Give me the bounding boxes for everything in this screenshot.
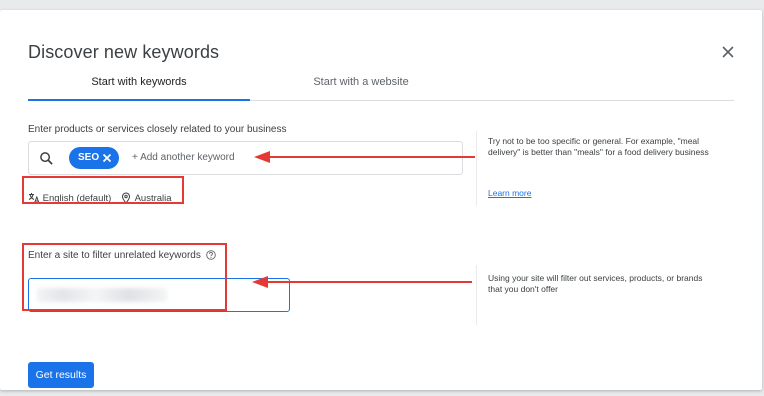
search-icon	[40, 152, 53, 165]
site-help-text: Using your site will filter out services…	[488, 273, 703, 294]
add-keyword-placeholder[interactable]: + Add another keyword	[132, 152, 235, 163]
tab-bar: Start with keywords Start with a website	[28, 72, 734, 101]
active-tab-indicator	[28, 99, 250, 101]
keywords-label: Enter products or services closely relat…	[28, 124, 287, 135]
keyword-chip[interactable]: SEO	[69, 147, 119, 169]
get-results-button[interactable]: Get results	[28, 362, 94, 388]
keyword-chip-label: SEO	[78, 152, 100, 163]
close-icon[interactable]	[719, 43, 737, 61]
annotation-box	[22, 243, 227, 311]
close-icon[interactable]	[101, 152, 113, 164]
learn-more-link[interactable]: Learn more	[488, 188, 531, 198]
divider	[476, 265, 477, 325]
tab-start-with-keywords[interactable]: Start with keywords	[28, 76, 250, 88]
dialog-title: Discover new keywords	[28, 42, 220, 62]
divider	[476, 131, 477, 206]
tab-start-with-website[interactable]: Start with a website	[250, 76, 472, 88]
keyword-input[interactable]: SEO + Add another keyword	[28, 141, 463, 175]
keywords-help-text: Try not to be too specific or general. F…	[488, 136, 709, 157]
annotation-box	[22, 176, 184, 204]
